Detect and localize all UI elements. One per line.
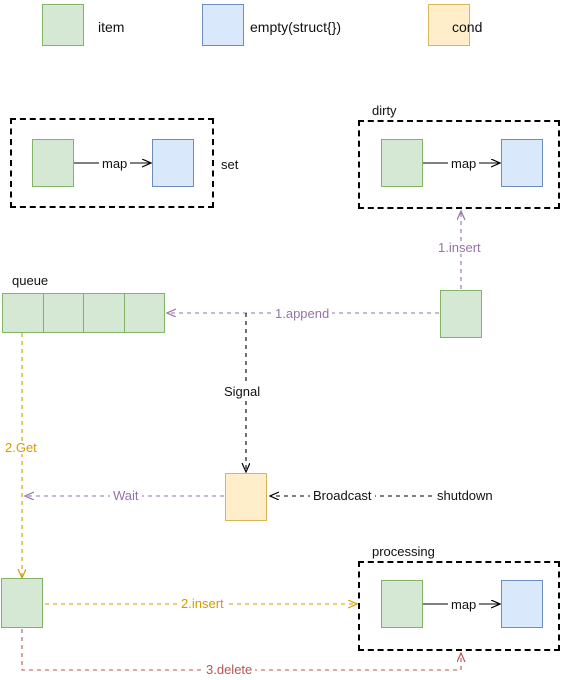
- queue-cell: [2, 293, 44, 333]
- queue-cell: [124, 293, 165, 333]
- source-item-node: [440, 290, 482, 338]
- worker-item-node: [1, 578, 43, 628]
- insert-edge-label: 1.insert: [435, 241, 484, 254]
- processing-item-node: [381, 580, 423, 628]
- set-group-title: set: [221, 157, 239, 172]
- legend-item-swatch: [42, 4, 84, 46]
- append-edge-label: 1.append: [272, 307, 333, 320]
- set-empty-node: [152, 139, 194, 187]
- processing-group-title: processing: [369, 545, 438, 558]
- queue-node: [2, 293, 165, 333]
- set-map-label: map: [99, 157, 131, 170]
- processing-map-label: map: [448, 598, 480, 611]
- set-item-node: [32, 139, 74, 187]
- cond-node: [225, 473, 267, 521]
- queue-cell: [84, 293, 125, 333]
- insert2-edge-label: 2.insert: [178, 597, 227, 610]
- dirty-item-node: [381, 139, 423, 187]
- processing-empty-node: [501, 580, 543, 628]
- dirty-empty-node: [501, 139, 543, 187]
- shutdown-edge-label: shutdown: [434, 489, 496, 502]
- signal-edge-label: Signal: [221, 385, 264, 398]
- delete-edge-label: 3.delete: [203, 663, 256, 676]
- legend-cond-label: cond: [452, 19, 483, 35]
- dirty-map-label: map: [448, 157, 480, 170]
- queue-title: queue: [12, 273, 49, 288]
- broadcast-edge-label: Broadcast: [310, 489, 375, 502]
- queue-cell: [43, 293, 84, 333]
- diagram-canvas: item empty(struct{}) cond map set map di…: [0, 0, 562, 680]
- get-edge-label: 2.Get: [2, 441, 40, 454]
- wait-edge-label: Wait: [110, 489, 142, 502]
- legend-empty-swatch: [202, 4, 244, 46]
- legend-item-label: item: [98, 19, 125, 35]
- dirty-group-title: dirty: [369, 104, 400, 117]
- legend-empty-label: empty(struct{}): [250, 19, 342, 35]
